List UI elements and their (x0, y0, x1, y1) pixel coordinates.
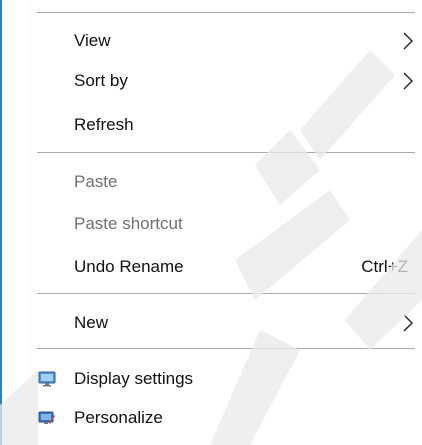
display-settings-icon (38, 371, 56, 387)
context-menu-screenshot: View Sort by Refresh Paste Paste shortcu… (0, 0, 422, 445)
menu-separator (37, 348, 415, 349)
personalize-icon (38, 411, 55, 424)
menu-item-shortcut: Ctrl+Z (361, 257, 408, 276)
menu-item-refresh[interactable]: Refresh (2, 106, 422, 144)
menu-item-label: Sort by (74, 71, 128, 90)
menu-item-label: New (74, 313, 109, 332)
menu-item-label: Personalize (74, 408, 163, 427)
menu-separator (37, 293, 415, 294)
menu-separator (37, 12, 415, 13)
chevron-right-icon (403, 72, 413, 90)
menu-item-label: Undo Rename (74, 257, 184, 276)
menu-item-sort-by[interactable]: Sort by (2, 62, 422, 100)
menu-item-display-settings[interactable]: Display settings (2, 360, 422, 398)
menu-item-label: Paste (74, 172, 118, 191)
menu-item-new[interactable]: New (2, 304, 422, 342)
menu-item-label: View (74, 31, 111, 50)
menu-item-paste-shortcut[interactable]: Paste shortcut (2, 205, 422, 243)
menu-item-paste[interactable]: Paste (2, 163, 422, 201)
menu-item-label: Display settings (74, 369, 194, 388)
menu-item-label: Paste shortcut (74, 214, 183, 233)
menu-separator (37, 152, 415, 153)
menu-item-label: Refresh (74, 115, 134, 134)
menu-item-undo-rename[interactable]: Undo Rename Ctrl+Z (2, 248, 422, 286)
menu-item-view[interactable]: View (2, 22, 422, 60)
chevron-right-icon (403, 32, 413, 50)
chevron-right-icon (403, 314, 413, 332)
desktop-context-menu: View Sort by Refresh Paste Paste shortcu… (2, 0, 422, 445)
menu-item-personalize[interactable]: Personalize (2, 399, 422, 437)
